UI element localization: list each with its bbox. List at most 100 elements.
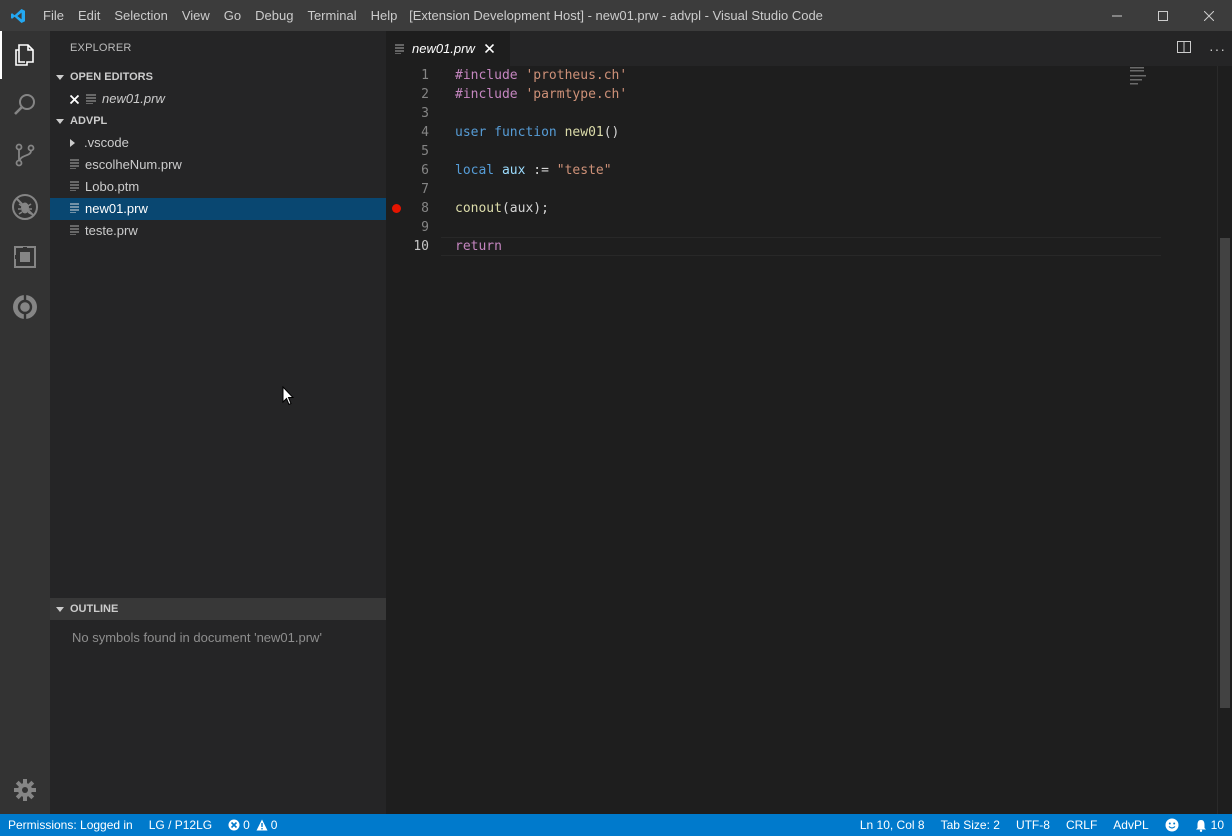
tree-item-new01[interactable]: new01.prw	[50, 198, 386, 220]
more-actions-icon[interactable]: ···	[1209, 41, 1226, 57]
menu-go[interactable]: Go	[217, 0, 248, 31]
source-control-icon[interactable]	[0, 131, 50, 179]
environment-status[interactable]: LG / P12LG	[141, 814, 220, 836]
bell-icon	[1195, 819, 1207, 832]
line-number: 4	[421, 125, 429, 140]
token: aux	[501, 163, 526, 178]
menu-bar: File Edit Selection View Go Debug Termin…	[36, 0, 404, 31]
line-number: 6	[421, 163, 429, 178]
maximize-button[interactable]	[1140, 0, 1186, 31]
cursor-position-status[interactable]: Ln 10, Col 8	[852, 814, 933, 836]
warning-count: 0	[270, 818, 278, 832]
file-lines-icon	[70, 220, 80, 242]
tab-bar: new01.prw ···	[386, 31, 1232, 66]
open-editors-header[interactable]: OPEN EDITORS	[50, 66, 386, 88]
code-line: 7	[386, 180, 1232, 199]
token: :=	[533, 163, 549, 178]
gear-icon[interactable]	[0, 766, 50, 814]
activity-bar	[0, 31, 50, 814]
encoding-status[interactable]: UTF-8	[1008, 814, 1058, 836]
code-line: 5	[386, 142, 1232, 161]
close-window-button[interactable]	[1186, 0, 1232, 31]
menu-view[interactable]: View	[175, 0, 217, 31]
tree-item-label: teste.prw	[85, 223, 138, 238]
open-editor-label: new01.prw	[102, 91, 165, 106]
eol-status[interactable]: CRLF	[1058, 814, 1105, 836]
split-editor-icon[interactable]	[1177, 40, 1191, 58]
mouse-cursor-icon	[282, 385, 295, 411]
status-bar-right: Ln 10, Col 8 Tab Size: 2 UTF-8 CRLF AdvP…	[852, 814, 1232, 836]
window-controls	[1094, 0, 1232, 31]
token: return	[455, 239, 502, 254]
scrollbar-thumb[interactable]	[1220, 238, 1230, 708]
notification-count: 10	[1210, 818, 1224, 832]
token: ()	[603, 125, 620, 140]
warning-icon	[256, 819, 268, 831]
token: new01	[564, 125, 604, 140]
feedback-smiley-icon[interactable]	[1157, 814, 1187, 836]
sidebar-title: EXPLORER	[70, 42, 132, 54]
explorer-icon[interactable]	[0, 31, 50, 79]
explorer-sidebar: EXPLORER OPEN EDITORS new01.prw ADVPL .v…	[50, 31, 386, 814]
chevron-right-icon	[70, 139, 84, 147]
permissions-status[interactable]: Permissions: Logged in	[0, 814, 141, 836]
file-lines-icon	[70, 198, 80, 220]
tree-item-label: new01.prw	[85, 201, 148, 216]
minimize-button[interactable]	[1094, 0, 1140, 31]
close-tab-icon[interactable]	[484, 44, 494, 53]
menu-selection[interactable]: Selection	[107, 0, 174, 31]
folder-header[interactable]: ADVPL	[50, 110, 386, 132]
language-status[interactable]: AdvPL	[1105, 814, 1156, 836]
open-editor-item[interactable]: new01.prw	[50, 88, 386, 110]
search-icon[interactable]	[0, 81, 50, 129]
tree-item-vscode-folder[interactable]: .vscode	[50, 132, 386, 154]
code-line: 2 #include 'parmtype.ch'	[386, 85, 1232, 104]
editor-area: new01.prw ··· 1 #include 'protheus.ch' 2…	[386, 31, 1232, 814]
folder-label: ADVPL	[70, 115, 108, 127]
token: #include	[455, 68, 518, 83]
editor-actions: ···	[1177, 31, 1226, 66]
tree-item-label: escolheNum.prw	[85, 157, 182, 172]
tab-size-status[interactable]: Tab Size: 2	[933, 814, 1008, 836]
menu-terminal[interactable]: Terminal	[300, 0, 363, 31]
sync-icon[interactable]	[0, 283, 50, 331]
tree-item-escolhenum[interactable]: escolheNum.prw	[50, 154, 386, 176]
status-bar: Permissions: Logged in LG / P12LG 0 0 Ln…	[0, 814, 1232, 836]
tree-item-teste[interactable]: teste.prw	[50, 220, 386, 242]
tree-item-label: Lobo.ptm	[85, 179, 140, 194]
tab-label: new01.prw	[412, 41, 475, 56]
problems-status[interactable]: 0 0	[220, 814, 285, 836]
outline-header[interactable]: OUTLINE	[50, 598, 386, 620]
extensions-icon[interactable]	[0, 233, 50, 281]
menu-debug[interactable]: Debug	[248, 0, 300, 31]
close-icon	[1204, 10, 1214, 21]
debug-icon[interactable]	[0, 183, 50, 231]
menu-file[interactable]: File	[36, 0, 71, 31]
outline-label: OUTLINE	[70, 603, 119, 615]
code-line: 6 local aux := "teste"	[386, 161, 1232, 180]
token: function	[494, 125, 557, 140]
tab-new01[interactable]: new01.prw	[386, 31, 510, 66]
code-line: 9	[386, 218, 1232, 237]
token: 'protheus.ch'	[525, 68, 628, 83]
token: "teste"	[556, 163, 612, 178]
code-line: 3	[386, 104, 1232, 123]
minimap[interactable]	[1130, 67, 1154, 87]
code-line: 4 user function new01()	[386, 123, 1232, 142]
menu-help[interactable]: Help	[364, 0, 405, 31]
menu-edit[interactable]: Edit	[71, 0, 107, 31]
title-bar: File Edit Selection View Go Debug Termin…	[0, 0, 1232, 31]
maximize-icon	[1158, 10, 1168, 21]
tree-item-label: .vscode	[84, 135, 129, 150]
code-editor[interactable]: 1 #include 'protheus.ch' 2 #include 'par…	[386, 66, 1232, 256]
line-number: 7	[421, 182, 429, 197]
chevron-down-icon	[50, 605, 70, 613]
token: local	[455, 163, 495, 178]
close-editor-icon[interactable]	[70, 94, 86, 104]
tree-item-lobo[interactable]: Lobo.ptm	[50, 176, 386, 198]
token: user	[455, 125, 487, 140]
vertical-scrollbar[interactable]	[1217, 66, 1232, 814]
chevron-down-icon	[50, 117, 70, 125]
notifications-status[interactable]: 10	[1187, 814, 1232, 836]
error-icon	[228, 819, 240, 831]
